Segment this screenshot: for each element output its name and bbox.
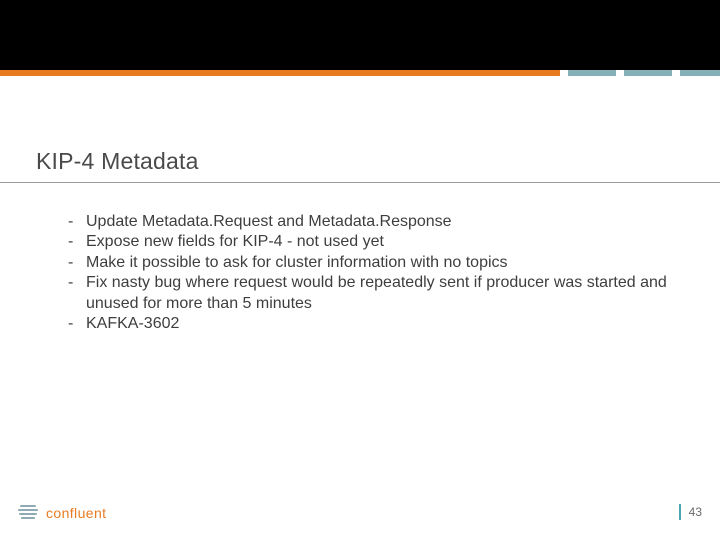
stripe-teal [624,70,672,76]
bullet-list: - Update Metadata.Request and Metadata.R… [68,212,668,335]
slide: KIP-4 Metadata - Update Metadata.Request… [0,0,720,540]
page-divider-icon [679,504,681,520]
brand-logo: confluent [18,504,106,522]
list-item: - Expose new fields for KIP-4 - not used… [68,232,668,252]
list-item-text: Update Metadata.Request and Metadata.Res… [86,212,668,232]
stripe-teal [568,70,616,76]
list-item-text: Expose new fields for KIP-4 - not used y… [86,232,668,252]
list-item: - Update Metadata.Request and Metadata.R… [68,212,668,232]
dash-icon: - [68,212,86,232]
logo-mark-icon [18,504,40,522]
list-item-text: KAFKA-3602 [86,314,668,334]
dash-icon: - [68,232,86,252]
dash-icon: - [68,273,86,314]
stripe-orange [0,70,560,76]
footer: confluent 43 [0,496,720,522]
list-item-text: Make it possible to ask for cluster info… [86,253,668,273]
list-item: - Fix nasty bug where request would be r… [68,273,668,314]
list-item: - KAFKA-3602 [68,314,668,334]
top-black-bar [0,0,720,70]
page-number-wrap: 43 [679,504,702,520]
brand-name: confluent [46,505,106,521]
dash-icon: - [68,253,86,273]
slide-title: KIP-4 Metadata [36,148,199,175]
dash-icon: - [68,314,86,334]
list-item: - Make it possible to ask for cluster in… [68,253,668,273]
title-underline [0,182,720,183]
list-item-text: Fix nasty bug where request would be rep… [86,273,668,314]
page-number: 43 [689,505,702,519]
stripe-teal [680,70,720,76]
accent-stripe [0,70,720,76]
